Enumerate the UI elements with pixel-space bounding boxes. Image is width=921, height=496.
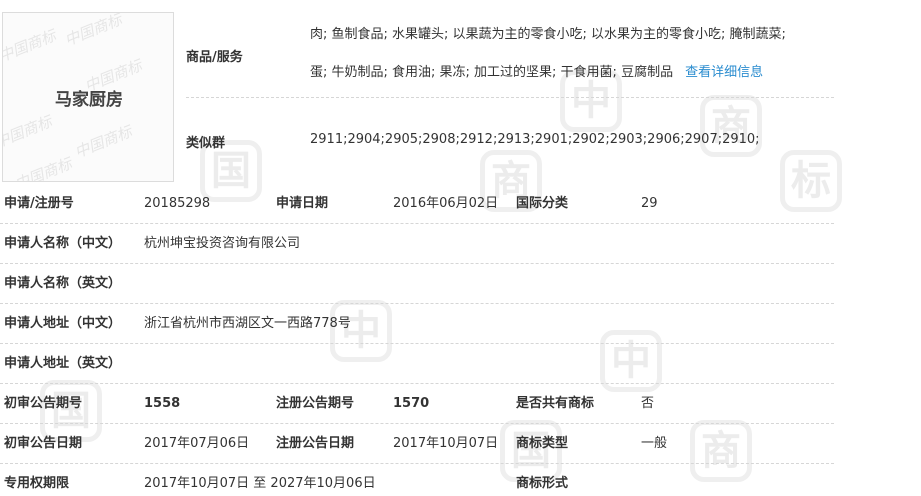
row-registration: 申请/注册号 20185298 申请日期 2016年06月02日 国际分类 29	[0, 184, 834, 224]
mark-form-label: 商标形式	[516, 476, 569, 491]
prelim-issue-label: 初审公告期号	[4, 396, 83, 411]
similar-groups-label: 类似群	[186, 136, 226, 151]
mark-type-label: 商标类型	[516, 436, 569, 451]
goods-line: 蛋; 牛奶制品; 食用油; 果冻; 加工过的坚果; 干食用菌; 豆腐制品 查看详细…	[310, 54, 830, 92]
row-address-cn: 申请人地址（中文） 浙江省杭州市西湖区文一西路778号	[0, 304, 834, 344]
reg-issue-label: 注册公告期号	[276, 396, 355, 411]
applicant-cn-label: 申请人名称（中文）	[4, 236, 122, 251]
intl-class-label: 国际分类	[516, 196, 569, 211]
applicant-cn-value: 杭州坤宝投资咨询有限公司	[144, 236, 301, 251]
reg-no-label: 申请/注册号	[4, 196, 74, 211]
address-cn-value: 浙江省杭州市西湖区文一西路778号	[144, 316, 351, 331]
applicant-en-label: 申请人名称（英文）	[4, 276, 122, 291]
goods-list: 肉; 鱼制食品; 水果罐头; 以果蔬为主的零食小吃; 以水果为主的零食小吃; 腌…	[310, 16, 830, 92]
row-applicant-en: 申请人名称（英文）	[0, 264, 834, 304]
prelim-issue-value: 1558	[144, 396, 181, 411]
goods-line: 肉; 鱼制食品; 水果罐头; 以果蔬为主的零食小吃; 以水果为主的零食小吃; 腌…	[310, 27, 786, 42]
reg-date-label: 注册公告日期	[276, 436, 355, 451]
exclusive-period-label: 专用权期限	[4, 476, 70, 491]
logo-watermark: 中国商标	[12, 154, 75, 182]
row-applicant-cn: 申请人名称（中文） 杭州坤宝投资咨询有限公司	[0, 224, 834, 264]
trademark-detail: 中国商标 中国商标 中国商标 中国商标 中国商标 中国商标 马家厨房 商品/服务…	[0, 0, 921, 496]
apply-date-value: 2016年06月02日	[393, 196, 499, 211]
reg-issue-value: 1570	[393, 396, 430, 411]
shared-mark-value: 否	[641, 396, 655, 411]
logo-watermark: 中国商标	[2, 26, 59, 66]
apply-date-label: 申请日期	[276, 196, 329, 211]
logo-watermark: 中国商标	[62, 12, 125, 50]
reg-date-value: 2017年10月07日	[393, 436, 499, 451]
intl-class-value: 29	[641, 196, 658, 211]
exclusive-period-value: 2017年10月07日 至 2027年10月06日	[144, 476, 376, 491]
shared-mark-label: 是否共有商标	[516, 396, 595, 411]
reg-no-value: 20185298	[144, 196, 211, 211]
row-exclusive-period: 专用权期限 2017年10月07日 至 2027年10月06日 商标形式	[0, 464, 834, 496]
goods-line-text: 蛋; 牛奶制品; 食用油; 果冻; 加工过的坚果; 干食用菌; 豆腐制品	[310, 65, 674, 80]
similar-groups-value: 2911;2904;2905;2908;2912;2913;2901;2902;…	[310, 132, 760, 147]
trademark-image: 中国商标 中国商标 中国商标 中国商标 中国商标 中国商标 马家厨房	[2, 12, 174, 182]
mark-type-value: 一般	[641, 436, 668, 451]
row-issue-numbers: 初审公告期号 1558 注册公告期号 1570 是否共有商标 否	[0, 384, 834, 424]
address-en-label: 申请人地址（英文）	[4, 356, 122, 371]
row-issue-dates: 初审公告日期 2017年07月06日 注册公告日期 2017年10月07日 商标…	[0, 424, 834, 464]
view-details-link[interactable]: 查看详细信息	[685, 65, 763, 80]
logo-watermark: 中国商标	[2, 112, 55, 152]
trademark-name: 马家厨房	[55, 90, 123, 110]
divider	[186, 97, 834, 98]
logo-watermark: 中国商标	[72, 122, 135, 162]
address-cn-label: 申请人地址（中文）	[4, 316, 122, 331]
row-address-en: 申请人地址（英文）	[0, 344, 834, 384]
goods-label: 商品/服务	[186, 50, 243, 65]
prelim-date-label: 初审公告日期	[4, 436, 83, 451]
prelim-date-value: 2017年07月06日	[144, 436, 250, 451]
